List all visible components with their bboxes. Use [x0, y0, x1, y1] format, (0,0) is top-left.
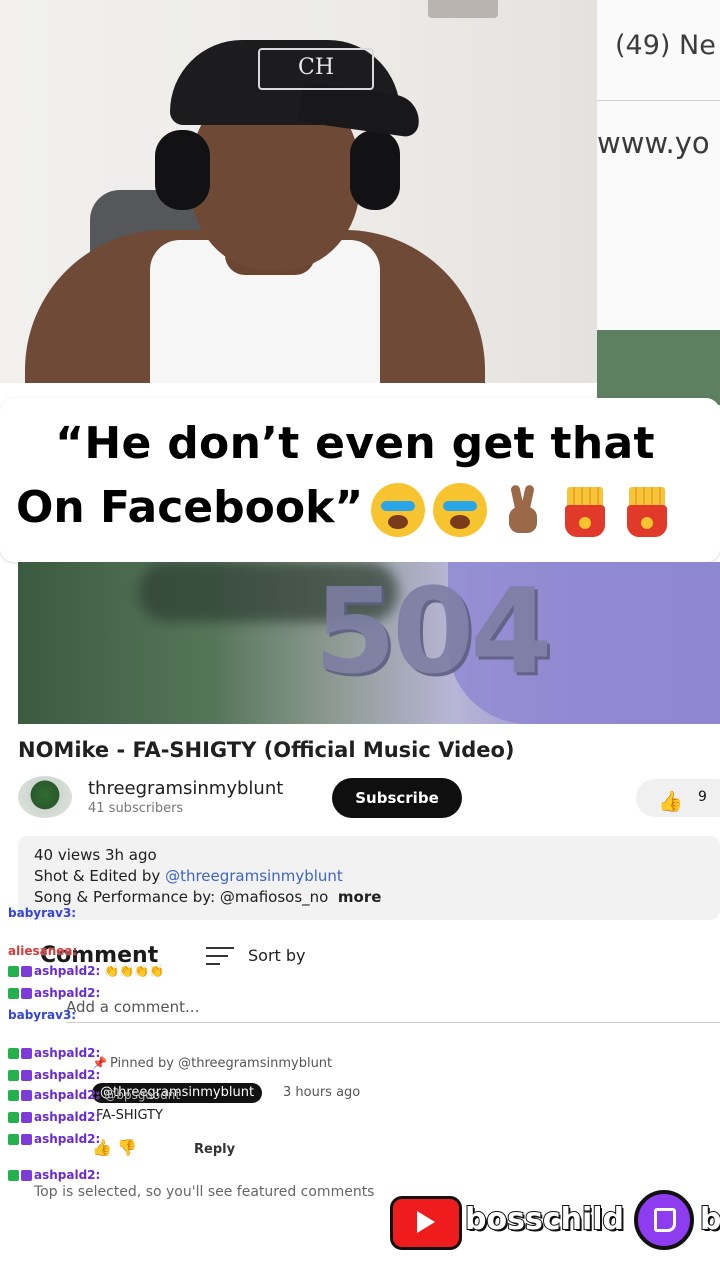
chat-username: babyrav3:: [8, 906, 77, 920]
subscriber-badge-icon: [8, 1134, 19, 1145]
chat-message: ashpald2:: [8, 1068, 100, 1082]
chat-message: ashpald2:: [8, 1168, 100, 1182]
fries-icon: [557, 483, 611, 537]
chat-username: babyrav3:: [8, 1008, 77, 1022]
caption-line-2: On Facebook”: [16, 482, 673, 537]
prime-badge-icon: [21, 988, 32, 999]
prime-badge-icon: [21, 1070, 32, 1081]
subscriber-badge-icon: [8, 1090, 19, 1101]
social-handle: bosschild: [464, 1201, 625, 1238]
chat-message: ashpald2: @bpsgoodnt: [8, 1088, 180, 1102]
comment-input-divider: [66, 1022, 720, 1023]
chat-message: ashpald2:: [8, 1046, 100, 1060]
chat-username: ashpald2:: [34, 964, 101, 978]
chat-message: ashpald2:: [8, 1110, 100, 1124]
prime-badge-icon: [21, 1134, 32, 1145]
chat-username: ashpald2:: [34, 1168, 101, 1182]
headphone-right: [350, 130, 400, 210]
prime-badge-icon: [21, 1112, 32, 1123]
prime-badge-icon: [21, 966, 32, 977]
chat-username: ashpald2:: [34, 1132, 101, 1146]
youtube-icon: [390, 1196, 462, 1250]
social-handles: bosschild b: [390, 1190, 720, 1250]
browser-url[interactable]: www.yo: [597, 126, 710, 160]
thumbs-up-icon: 👍: [658, 789, 683, 813]
comment-text: FA-SHIGTY: [96, 1108, 163, 1123]
subscriber-badge-icon: [8, 1070, 19, 1081]
like-count: 9: [698, 789, 707, 805]
video-title: NOMike - FA-SHIGTY (Official Music Video…: [18, 738, 515, 762]
subscriber-badge-icon: [8, 966, 19, 977]
chat-text: 👏👏👏👏: [104, 964, 165, 978]
crying-emoji-icon: [433, 483, 488, 537]
cap-logo: CH: [258, 48, 374, 90]
song-credit: Song & Performance by: @mafiosos_no: [34, 888, 329, 906]
browser-strip: (49) Ne www.yo: [597, 0, 720, 405]
description-song: Song & Performance by: @mafiosos_no more: [34, 888, 381, 906]
pinned-label: Pinned by @threegramsinmyblunt: [110, 1056, 333, 1071]
chat-username: ashpald2:: [34, 1088, 101, 1102]
caption-line-1: “He don’t even get that: [55, 418, 655, 469]
chat-message: ashpald2:: [8, 986, 100, 1000]
top-thumbnail: [428, 0, 498, 18]
chat-username: ashpald2:: [34, 986, 101, 1000]
caption-banner: “He don’t even get that On Facebook”: [0, 398, 720, 562]
chat-message: ashpald2: 👏👏👏👏: [8, 964, 164, 978]
subscribe-button[interactable]: Subscribe: [332, 778, 462, 818]
add-comment-input[interactable]: Add a comment...: [66, 998, 199, 1016]
credit-link[interactable]: @threegramsinmyblunt: [165, 867, 343, 885]
video-player[interactable]: 504: [18, 562, 720, 724]
description-credit: Shot & Edited by @threegramsinmyblunt: [34, 867, 343, 885]
social-handle-2: b: [699, 1201, 720, 1238]
chat-username: ashpald2:: [34, 1046, 101, 1060]
prime-badge-icon: [21, 1048, 32, 1059]
sort-icon[interactable]: [206, 947, 234, 971]
twitch-icon: [634, 1190, 694, 1250]
prime-badge-icon: [21, 1170, 32, 1181]
subscriber-badge-icon: [8, 1170, 19, 1181]
dislike-comment-icon[interactable]: 👎: [117, 1138, 137, 1157]
top-comments-notice: Top is selected, so you'll see featured …: [34, 1184, 375, 1200]
chat-message: aliesanea:: [8, 944, 77, 958]
caption-line-2-text: On Facebook”: [16, 482, 364, 533]
subscriber-count: 41 subscribers: [88, 801, 184, 816]
subscriber-badge-icon: [8, 1048, 19, 1059]
prime-badge-icon: [21, 1090, 32, 1101]
browser-tab-title[interactable]: (49) Ne: [615, 30, 716, 61]
subscriber-badge-icon: [8, 988, 19, 999]
comment-time: 3 hours ago: [283, 1085, 361, 1100]
webcam-feed: CH: [0, 0, 597, 383]
video-graphic-text: 504: [314, 562, 552, 700]
chat-message: babyrav3:: [8, 1008, 76, 1022]
views-and-time: 40 views 3h ago: [34, 846, 157, 864]
chat-message: ashpald2:: [8, 1132, 100, 1146]
channel-name[interactable]: threegramsinmyblunt: [88, 778, 283, 799]
subscriber-badge-icon: [8, 1112, 19, 1123]
more-link[interactable]: more: [338, 888, 382, 906]
chat-username: ashpald2:: [34, 1110, 101, 1124]
reply-button[interactable]: Reply: [194, 1142, 235, 1157]
peace-hand-icon: [495, 483, 549, 537]
chat-text: @bpsgoodnt: [104, 1088, 181, 1102]
channel-avatar[interactable]: [18, 776, 72, 818]
chat-username: aliesanea:: [8, 944, 78, 958]
fries-icon: [619, 483, 673, 537]
headphone-left: [155, 130, 210, 210]
chat-username: ashpald2:: [34, 1068, 101, 1082]
sort-by-button[interactable]: Sort by: [248, 946, 306, 965]
credit-prefix: Shot & Edited by: [34, 867, 166, 885]
description-box[interactable]: 40 views 3h ago Shot & Edited by @threeg…: [18, 836, 720, 920]
chat-message: babyrav3:: [8, 906, 76, 920]
browser-preview: [597, 330, 720, 405]
crying-emoji-icon: [371, 483, 426, 537]
like-button[interactable]: 👍 9: [636, 779, 720, 817]
